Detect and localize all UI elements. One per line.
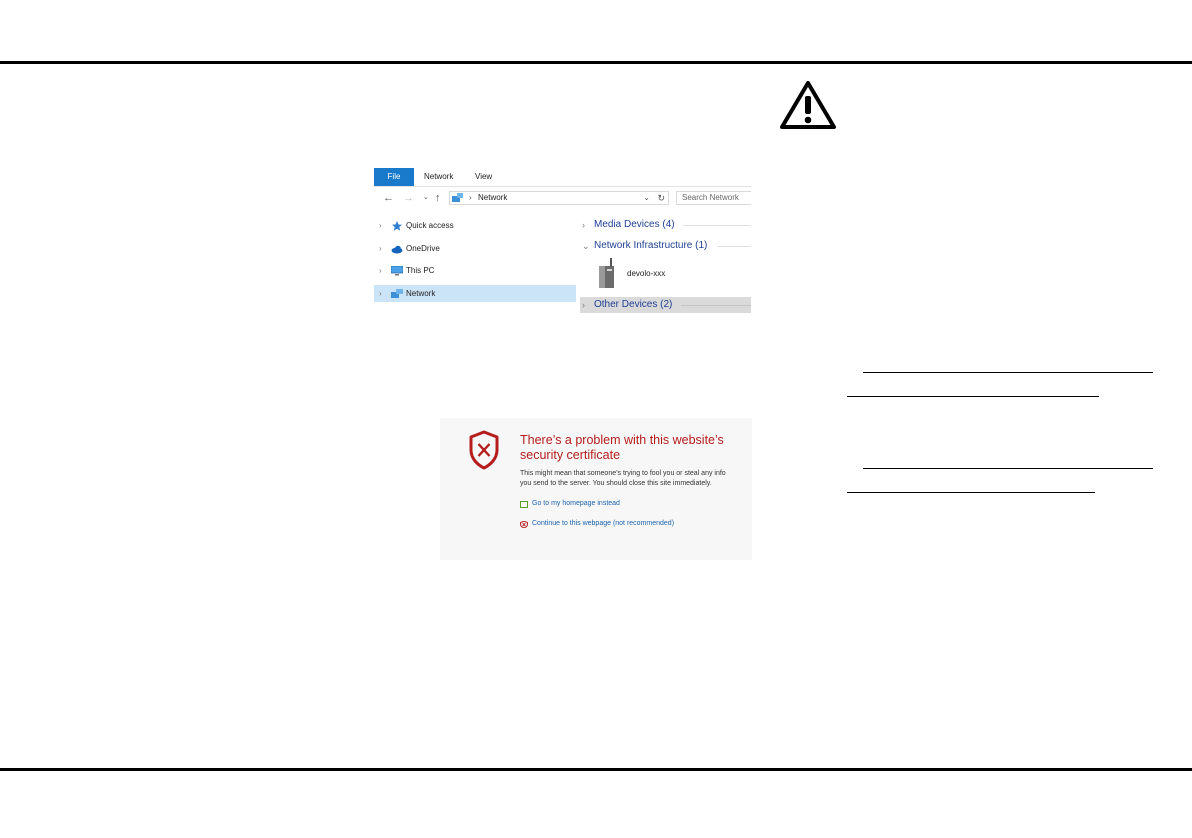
group-network-infrastructure[interactable]: ⌄ Network Infrastructure (1) — [580, 238, 751, 254]
router-device-icon[interactable] — [596, 258, 618, 290]
network-icon — [452, 193, 463, 202]
group-divider — [681, 305, 751, 306]
search-input[interactable]: Search Network — [676, 191, 751, 205]
star-icon — [392, 221, 402, 231]
cert-error-title: There’s a problem with this website’s se… — [520, 433, 724, 462]
address-bar[interactable]: › Network ⌄ ↻ — [449, 191, 669, 205]
device-label[interactable]: devolo-xxx — [627, 269, 665, 278]
chevron-down-icon: ⌄ — [582, 241, 590, 251]
home-page-icon — [520, 501, 528, 508]
tab-file[interactable]: File — [374, 168, 414, 186]
chevron-right-icon: › — [582, 300, 585, 310]
tab-network[interactable]: Network — [424, 168, 453, 186]
underline-1 — [863, 372, 1153, 373]
underline-4 — [847, 492, 1095, 493]
chevron-right-icon: › — [379, 244, 382, 253]
group-other-devices[interactable]: › Other Devices (2) — [580, 297, 751, 313]
group-divider — [683, 225, 751, 226]
computer-icon — [391, 266, 403, 276]
sidebar-item-onedrive[interactable]: › OneDrive — [374, 240, 576, 257]
sidebar-item-network[interactable]: › Network — [374, 285, 576, 302]
network-icon — [391, 289, 403, 298]
sidebar-item-quick-access[interactable]: › Quick access — [374, 217, 576, 234]
cert-error-description: This might mean that someone’s trying to… — [520, 470, 726, 487]
up-arrow-icon[interactable]: ↑ — [435, 191, 441, 205]
breadcrumb-separator-icon: › — [469, 193, 472, 202]
group-media-devices[interactable]: › Media Devices (4) — [580, 217, 751, 233]
chevron-right-icon: › — [582, 220, 585, 230]
underline-3 — [863, 468, 1153, 469]
refresh-icon[interactable]: ↻ — [657, 192, 665, 204]
navigation-bar: ← → ⌄ ↑ › Network ⌄ ↻ Search Network — [374, 189, 751, 207]
address-dropdown-icon[interactable]: ⌄ — [643, 192, 650, 204]
recent-dropdown-icon[interactable]: ⌄ — [423, 191, 429, 205]
underline-2 — [847, 396, 1099, 397]
shield-warning-icon — [520, 521, 528, 528]
bottom-rule — [0, 768, 1192, 771]
top-rule — [0, 61, 1192, 64]
address-text: Network — [478, 193, 508, 202]
shield-error-icon — [469, 430, 499, 470]
cloud-icon — [391, 245, 403, 254]
certificate-error-screenshot: There’s a problem with this website’s se… — [440, 418, 752, 560]
warning-icon — [780, 81, 836, 129]
file-explorer-screenshot: File Network View ← → ⌄ ↑ › Network ⌄ ↻ … — [374, 168, 751, 316]
back-arrow-icon[interactable]: ← — [383, 191, 394, 205]
chevron-right-icon: › — [379, 266, 382, 275]
sidebar-item-this-pc[interactable]: › This PC — [374, 262, 576, 279]
group-divider — [718, 246, 751, 247]
chevron-right-icon: › — [379, 221, 382, 230]
tab-view[interactable]: View — [475, 168, 492, 186]
chevron-right-icon: › — [379, 289, 382, 298]
ribbon: File Network View — [374, 168, 751, 187]
forward-arrow-icon[interactable]: → — [403, 191, 414, 205]
